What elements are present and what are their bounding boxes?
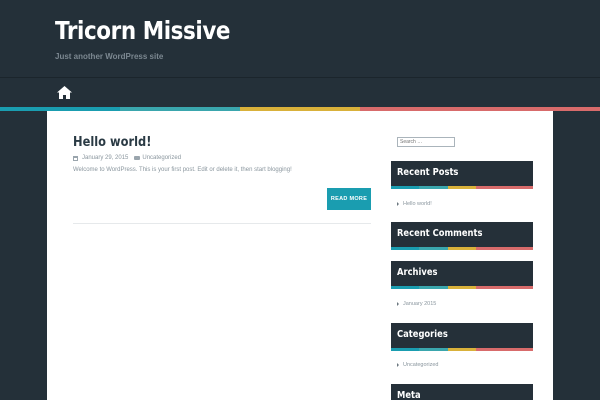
calendar-icon	[73, 155, 78, 161]
widget-title-recent-comments: Recent Comments	[391, 222, 533, 247]
widget-stripe	[391, 247, 534, 250]
content-area: Hello world! January 29, 2015 Uncategori…	[47, 111, 553, 400]
stripe-segment	[447, 348, 477, 351]
home-icon[interactable]	[57, 86, 72, 99]
bullet-icon	[397, 202, 399, 206]
stripe-segment	[419, 348, 448, 351]
stripe-segment	[447, 186, 477, 189]
widget-stripe	[391, 186, 534, 189]
stripe-segment	[476, 186, 505, 189]
stripe-segment	[391, 348, 420, 351]
main-navigation	[0, 78, 600, 107]
stripe-segment	[419, 247, 448, 250]
stripe-segment	[419, 186, 448, 189]
stripe-segment	[476, 348, 505, 351]
stripe-segment	[504, 247, 534, 250]
site-description: Just another WordPress site	[55, 52, 164, 61]
search-input[interactable]	[397, 137, 455, 147]
post-date[interactable]: January 29, 2015	[82, 155, 128, 161]
stripe-segment	[391, 247, 420, 250]
widget-stripe	[391, 286, 534, 289]
stripe-segment	[419, 286, 448, 289]
post-excerpt: Welcome to WordPress. This is your first…	[73, 167, 292, 173]
stripe-segment	[504, 286, 534, 289]
stripe-segment	[476, 286, 505, 289]
stripe-segment	[447, 286, 477, 289]
post-category[interactable]: Uncategorized	[142, 155, 181, 161]
site-header: Tricorn Missive Just another WordPress s…	[0, 0, 600, 78]
widget-title-categories: Categories	[391, 323, 533, 348]
bullet-icon	[397, 363, 399, 367]
post-divider	[73, 223, 371, 224]
bullet-icon	[397, 302, 399, 306]
widget-title-archives: Archives	[391, 261, 533, 286]
widget-title-recent-posts: Recent Posts	[391, 161, 533, 186]
stripe-segment	[447, 247, 477, 250]
stripe-segment	[476, 247, 505, 250]
read-more-button[interactable]: READ MORE	[327, 188, 371, 210]
folder-icon	[134, 156, 141, 160]
widget-title-meta: Meta	[391, 384, 533, 400]
category-link[interactable]: Uncategorized	[397, 362, 438, 368]
archive-link[interactable]: January 2015	[397, 301, 436, 307]
stripe-segment	[391, 286, 420, 289]
stripe-segment	[504, 186, 534, 189]
post-meta: January 29, 2015 Uncategorized	[73, 155, 181, 161]
stripe-segment	[391, 186, 420, 189]
post-title[interactable]: Hello world!	[73, 135, 151, 150]
recent-post-link[interactable]: Hello world!	[397, 201, 432, 207]
widget-stripe	[391, 348, 534, 351]
site-title[interactable]: Tricorn Missive	[55, 16, 230, 45]
stripe-segment	[504, 348, 534, 351]
